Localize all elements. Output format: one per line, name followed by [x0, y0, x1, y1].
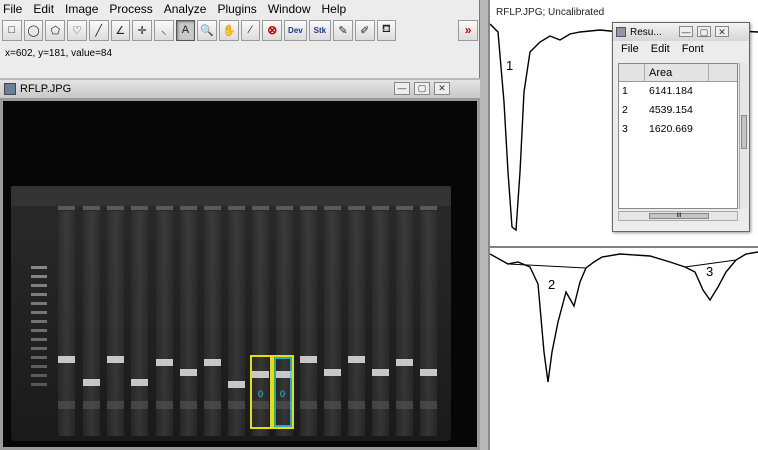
wand-tool-icon[interactable]: ⸜	[153, 19, 174, 41]
results-table[interactable]: Area 1 6141.184 2 4539.154 3 1620.669	[618, 63, 738, 209]
roi-label-1: 0	[258, 389, 263, 399]
toolbar: □ ◯ ⬠ ♡ ╱ ∠ ✛ ⸜ A 🔍 ✋ ⁄ ⊗ Dev Stk ✎ ✐ ⛾ …	[0, 18, 480, 42]
results-close-button[interactable]: ✕	[715, 26, 729, 37]
results-titlebar[interactable]: Resu... — ▢ ✕	[613, 23, 749, 41]
results-window: Resu... — ▢ ✕ File Edit Font Area 1 6141…	[612, 22, 750, 232]
results-horizontal-scrollbar[interactable]: III	[618, 211, 738, 221]
point-tool-icon[interactable]: ✛	[132, 19, 152, 41]
menu-image[interactable]: Image	[65, 2, 98, 16]
angle-tool-icon[interactable]: ∠	[110, 19, 131, 41]
imagej-main-window: File Edit Image Process Analyze Plugins …	[0, 0, 480, 78]
rectangle-tool-icon[interactable]: □	[2, 19, 22, 41]
dropper-tool-icon[interactable]: ⁄	[240, 19, 261, 41]
results-menu-file[interactable]: File	[621, 43, 639, 55]
image-window: RFLP.JPG — ▢ ✕ 0 0	[0, 80, 480, 450]
more-tools-icon[interactable]: »	[458, 19, 478, 41]
text-tool-icon[interactable]: A	[175, 19, 196, 41]
maximize-button[interactable]: ▢	[414, 82, 430, 95]
image-window-titlebar[interactable]: RFLP.JPG — ▢ ✕	[0, 80, 480, 98]
profile-curve-2	[490, 251, 758, 383]
close-roi-icon[interactable]: ⊗	[262, 19, 283, 41]
status-text: x=602, y=181, value=84	[5, 48, 113, 59]
results-maximize-button[interactable]: ▢	[697, 26, 711, 37]
menu-analyze[interactable]: Analyze	[164, 2, 207, 16]
menu-plugins[interactable]: Plugins	[217, 2, 256, 16]
plot-window-title: RFLP.JPG; Uncalibrated	[496, 7, 605, 18]
results-window-title: Resu...	[630, 26, 662, 38]
results-menubar: File Edit Font	[613, 41, 749, 57]
menu-file[interactable]: File	[3, 2, 22, 16]
minimize-button[interactable]: —	[394, 82, 410, 95]
table-row[interactable]: 3 1620.669	[619, 120, 737, 139]
close-button[interactable]: ✕	[434, 82, 450, 95]
stk-tool-icon[interactable]: Stk	[308, 19, 332, 41]
peak-label-2: 2	[548, 277, 555, 292]
table-row[interactable]: 1 6141.184	[619, 82, 737, 101]
magnifier-tool-icon[interactable]: 🔍	[197, 19, 218, 41]
image-window-title: RFLP.JPG	[20, 83, 72, 95]
peak-label-1: 1	[506, 58, 513, 73]
table-row[interactable]: 2 4539.154	[619, 101, 737, 120]
line-tool-icon[interactable]: ╱	[88, 19, 109, 41]
results-vertical-scrollbar[interactable]	[739, 63, 748, 209]
menu-process[interactable]: Process	[109, 2, 152, 16]
results-table-header: Area	[619, 64, 737, 82]
polygon-tool-icon[interactable]: ⬠	[45, 19, 66, 41]
pencil-tool-icon[interactable]: ✎	[333, 19, 353, 41]
roi-label-2: 0	[280, 389, 285, 399]
dev-tool-icon[interactable]: Dev	[284, 19, 307, 41]
peak-label-3: 3	[706, 264, 713, 279]
oval-tool-icon[interactable]: ◯	[23, 19, 44, 41]
menu-window[interactable]: Window	[268, 2, 311, 16]
results-window-icon	[616, 27, 626, 37]
freehand-tool-icon[interactable]: ♡	[67, 19, 87, 41]
image-window-icon	[4, 83, 16, 95]
hand-tool-icon[interactable]: ✋	[219, 19, 239, 41]
gel-lanes	[31, 206, 437, 436]
gel-image[interactable]: 0 0	[3, 101, 477, 447]
results-menu-edit[interactable]: Edit	[651, 43, 670, 55]
area-column-header[interactable]: Area	[645, 64, 709, 81]
brush-tool-icon[interactable]: ✐	[354, 19, 375, 41]
results-menu-font[interactable]: Font	[682, 43, 704, 55]
fill-tool-icon[interactable]: ⛾	[376, 19, 397, 41]
menu-edit[interactable]: Edit	[33, 2, 54, 16]
menubar: File Edit Image Process Analyze Plugins …	[0, 0, 479, 17]
results-minimize-button[interactable]: —	[679, 26, 693, 37]
menu-help[interactable]: Help	[322, 2, 347, 16]
